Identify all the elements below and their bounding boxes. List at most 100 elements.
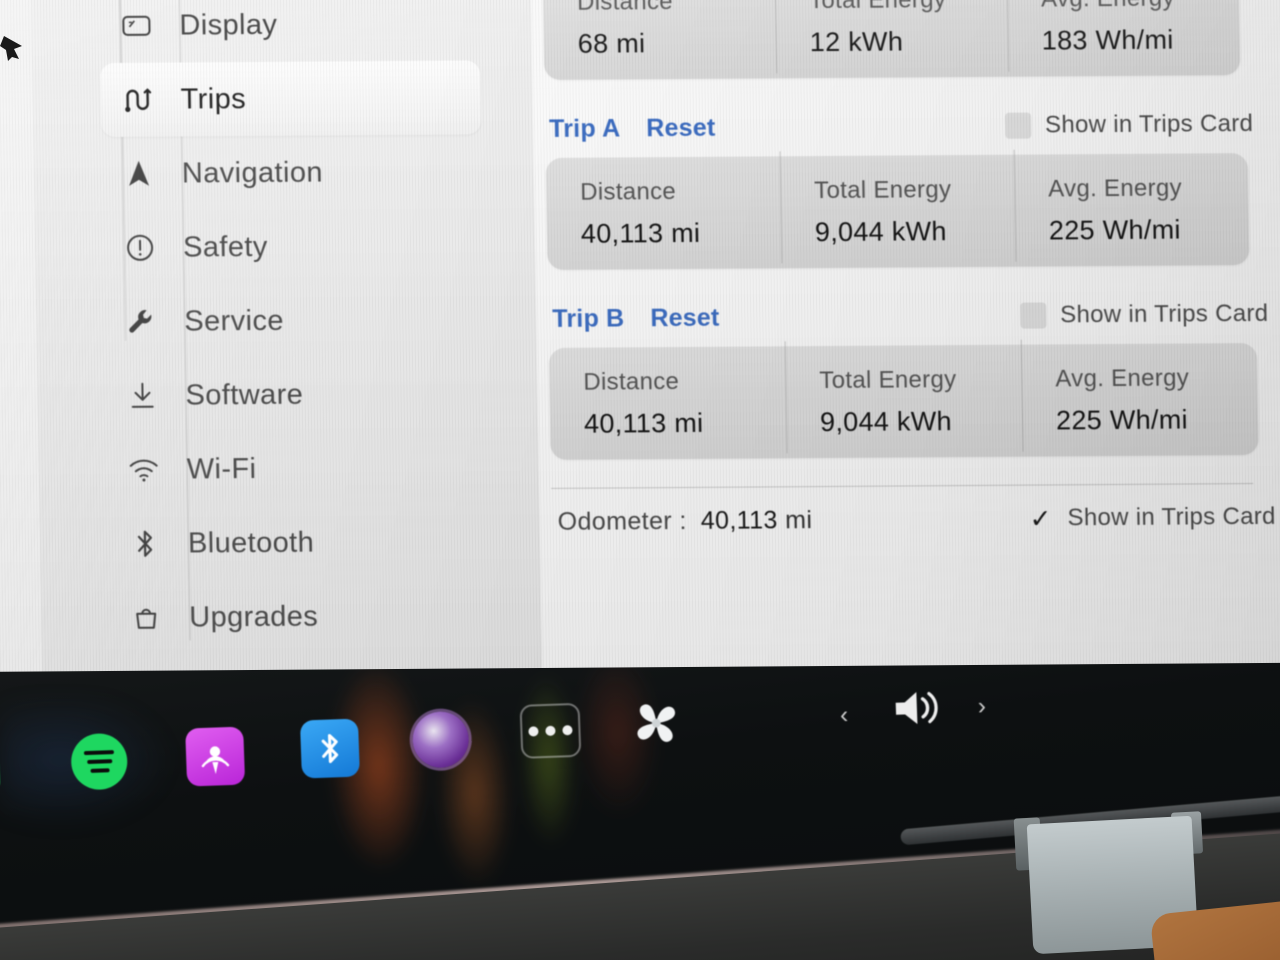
sidebar-item-wifi[interactable]: Wi-Fi [106, 430, 487, 507]
trip-header: Trip A Reset Show in Trips Card [533, 101, 1280, 152]
stat-value: 40,113 mi [584, 407, 787, 439]
stat-number: 9,044 [819, 406, 890, 437]
stat-label: Distance [580, 177, 677, 206]
stat-value: 9,044 kWh [820, 405, 1023, 437]
trip-row-since-last-charge: ✓ Show in Trips Card Distance 68 mi [530, 0, 1280, 80]
podcasts-app-icon[interactable] [185, 726, 246, 787]
stat-label: Total Energy [819, 365, 957, 394]
checkbox-checked-icon[interactable]: ✓ [1027, 503, 1053, 533]
odometer-value: 40,113 mi [701, 506, 813, 536]
chevron-left-icon[interactable]: ‹ [840, 701, 849, 729]
stat-unit: Wh/mi [1095, 24, 1174, 55]
stat-value: 40,113 mi [581, 217, 782, 249]
stat-value: 12 kWh [810, 25, 1009, 57]
stat-unit: mi [615, 27, 646, 58]
sidebar-item-label: Navigation [181, 156, 324, 190]
software-icon [121, 376, 164, 416]
checkbox-label: Show in Trips Card [1059, 299, 1269, 329]
sidebar-item-label: Bluetooth [187, 526, 315, 559]
sidebar-item-label: Safety [182, 230, 268, 264]
trip-b-reset-button[interactable]: Reset [650, 303, 720, 332]
odometer-row: Odometer : 40,113 mi ✓ Show in Trips Car… [539, 488, 1280, 551]
stat-unit: kWh [896, 405, 953, 437]
stat-value: 68 mi [578, 27, 777, 59]
stat-value: 9,044 kWh [815, 215, 1016, 247]
stat-unit: mi [674, 407, 704, 438]
stat-distance: Distance 40,113 mi [546, 177, 781, 250]
sidebar-item-upgrades[interactable]: Upgrades [109, 578, 490, 655]
trips-content-panel: ✓ Show in Trips Card Distance 68 mi [530, 0, 1280, 668]
stat-label: Total Energy [809, 0, 1007, 15]
stat-number: 68 [577, 28, 609, 59]
checkbox-unchecked-icon[interactable] [1004, 112, 1032, 139]
show-in-trips-card-toggle[interactable]: Show in Trips Card [1004, 110, 1280, 140]
sidebar-item-bluetooth[interactable]: Bluetooth [107, 504, 488, 581]
stat-number: 225 [1055, 404, 1103, 435]
checkbox-unchecked-icon[interactable] [1019, 302, 1047, 329]
sidebar-item-label: Display [179, 8, 278, 42]
stat-label: Avg. Energy [1048, 174, 1183, 202]
trip-stats-card: Distance 40,113 mi Total Energy 9,044 kW… [545, 153, 1250, 270]
volume-button[interactable] [889, 682, 947, 734]
bluetooth-app-icon[interactable] [299, 718, 360, 779]
spotify-app-icon[interactable] [70, 732, 129, 791]
stat-number: 12 [809, 26, 841, 57]
sidebar-item-trips[interactable]: Trips [100, 60, 482, 138]
volume-prev-button[interactable]: ‹ [840, 701, 849, 729]
stat-unit: kWh [891, 215, 947, 247]
chevron-right-icon[interactable]: › [977, 693, 986, 721]
climate-fan-icon[interactable] [624, 691, 688, 755]
stat-value: 225 Wh/mi [1056, 403, 1259, 435]
odometer-unit: mi [784, 505, 813, 534]
touchscreen-display: Display Trips Navigation Safety Service … [0, 0, 1280, 672]
trip-row-b: Trip B Reset Show in Trips Card Distance… [536, 291, 1280, 460]
stat-distance: Distance 68 mi [543, 0, 776, 59]
stat-unit: kWh [847, 25, 904, 57]
sidebar-item-label: Upgrades [188, 600, 319, 633]
checkbox-label: Show in Trips Card [1044, 110, 1254, 139]
stat-unit: Wh/mi [1109, 403, 1189, 435]
stat-value: 183 Wh/mi [1042, 24, 1241, 56]
cursor-arrow-icon [0, 30, 40, 70]
stat-label: Distance [583, 367, 680, 396]
odometer-show-in-trips-card-toggle[interactable]: ✓ Show in Trips Card [1027, 502, 1280, 534]
trip-stats-card: Distance 40,113 mi Total Energy 9,044 kW… [548, 343, 1259, 460]
volume-next-button[interactable]: › [977, 693, 986, 721]
tesla-touchscreen-photo: Display Trips Navigation Safety Service … [0, 0, 1280, 960]
settings-nav-list: Display Trips Navigation Safety Service … [99, 0, 490, 655]
stat-distance: Distance 40,113 mi [549, 367, 786, 440]
sidebar-item-service[interactable]: Service [104, 282, 485, 359]
stat-number: 225 [1048, 214, 1096, 245]
stat-unit: mi [670, 217, 701, 248]
sidebar-item-safety[interactable]: Safety [102, 208, 483, 285]
stat-avg-energy: Avg. Energy 183 Wh/mi [1007, 0, 1240, 56]
trips-icon [116, 80, 159, 120]
trip-a-title: Trip A [548, 113, 621, 143]
checkbox-label: Show in Trips Card [1067, 502, 1276, 532]
odometer-number: 40,113 [700, 505, 779, 535]
trip-row-a: Trip A Reset Show in Trips Card Distance… [533, 101, 1280, 270]
stat-label: Avg. Energy [1055, 363, 1190, 392]
upgrades-icon [125, 598, 168, 638]
sidebar-item-software[interactable]: Software [105, 356, 486, 433]
stat-unit: Wh/mi [1102, 214, 1181, 245]
safety-icon [119, 228, 162, 268]
sidebar-item-navigation[interactable]: Navigation [101, 134, 482, 211]
service-icon [120, 302, 163, 342]
stat-label: Avg. Energy [1041, 0, 1239, 13]
trip-header: Trip B Reset Show in Trips Card [536, 291, 1280, 342]
odometer-label: Odometer : [557, 506, 687, 536]
trip-a-reset-button[interactable]: Reset [646, 113, 716, 142]
more-apps-icon[interactable] [519, 702, 582, 759]
dashcam-app-icon[interactable] [411, 710, 470, 769]
stat-number: 40,113 [580, 217, 664, 249]
sidebar-item-display[interactable]: Display [99, 0, 480, 63]
sidebar-item-label: Trips [180, 82, 247, 116]
display-icon [115, 6, 158, 46]
show-in-trips-card-toggle[interactable]: Show in Trips Card [1019, 299, 1280, 330]
stat-number: 40,113 [583, 407, 667, 439]
trip-b-title: Trip B [552, 303, 625, 333]
stat-total-energy: Total Energy 12 kWh [775, 0, 1008, 58]
sidebar-item-label: Wi-Fi [186, 452, 257, 485]
stat-label: Distance [576, 0, 674, 16]
